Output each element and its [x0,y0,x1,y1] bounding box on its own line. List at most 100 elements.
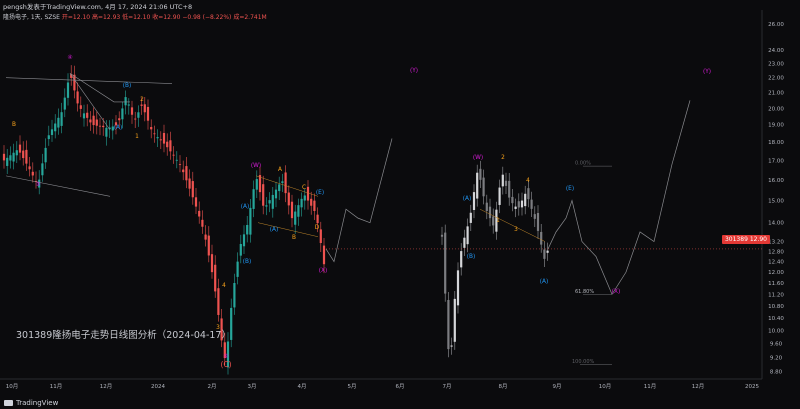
ghost-candle-body [482,177,485,197]
wave-label: (Y) [703,69,711,75]
y-tick-label: 26.00 [768,22,784,28]
candle-body [191,181,194,198]
ghost-candle-body [460,251,463,268]
ghost-candle-body [511,196,514,204]
x-tick-label: 12月 [692,383,705,390]
candle-body [268,200,271,204]
candle-body [166,141,169,148]
wave-label: (Y) [410,68,418,74]
wave-label: (A) [114,125,123,131]
candle-body [262,184,265,206]
fib-level-label: 61.80% [575,289,594,295]
candle-body [239,243,242,256]
candle-body [249,207,252,235]
ghost-candle-body [508,180,511,198]
wave-label: D [315,225,320,231]
candle-body [137,112,140,118]
ghost-candle-body [524,193,527,207]
y-tick-label: 12.00 [768,270,784,276]
wave-label: ⑤ [223,353,228,360]
wave-label: (A) [463,196,472,202]
candle-body [297,205,300,217]
ghost-candle-body [485,202,488,211]
candle-body [198,210,201,217]
ghost-candle-body [530,199,533,209]
tradingview-footer[interactable]: TradingView [4,399,58,407]
wave-label: (X) [319,268,328,274]
candle-body [6,157,9,166]
chart-annotation: 301389隆扬电子走势日线图分析（2024-04-17） [16,330,231,341]
wave-label: (B) [467,254,476,260]
wave-label: (W) [251,163,261,169]
wave-label: A [278,167,282,173]
wave-label: ④ [67,54,72,61]
price-chart[interactable]: 8.80 9.20 9.60 10.00 10.40 10.80 11.20 11.60 12.… [0,0,800,409]
ghost-candle-body [463,237,466,248]
fib-level-label: 0.00% [575,161,591,167]
ghost-candle-body [514,206,517,209]
ghost-candle-body [472,192,476,210]
candle-body [178,164,182,165]
candle-body [60,112,63,126]
candle-body [31,171,34,176]
candle-body [185,166,188,181]
candle-body [146,106,150,121]
candle-body [130,107,134,115]
ghost-candle-body [517,201,520,208]
wave-label: C [302,185,306,191]
wave-label: B [12,122,16,128]
ghost-candle-body [533,214,536,219]
candle-body [287,192,290,206]
y-tick-label: 9.20 [770,355,783,361]
wave-label: (E) [566,186,574,192]
candle-body [236,261,239,277]
x-tick-label: 7月 [443,383,452,390]
ghost-candle-body [488,206,492,219]
x-tick-label: 9月 [553,383,562,390]
candle-body [22,150,25,159]
candle-body [47,135,50,140]
candle-body [252,189,255,209]
candle-body [156,137,159,139]
x-tick-label: 11月 [50,383,63,390]
ghost-candle-body [453,298,456,342]
candle-body [322,245,326,265]
y-tick-label: 20.00 [768,106,784,112]
candle-body [313,200,316,211]
ghost-candle-body [479,168,482,180]
ghost-candle-body [466,226,469,245]
ghost-candle-body [450,345,453,347]
wave-label: 1 [496,218,500,224]
candle-body [18,144,22,153]
wave-triangle-lower [257,222,319,237]
ghost-candle-body [504,180,508,186]
x-tick-label: 6月 [396,383,405,390]
candle-body [124,97,127,106]
wave-label: (A) [270,227,279,233]
x-tick-label: 3月 [248,383,257,390]
candle-body [44,147,47,163]
price-tag-value: 12.90 [749,236,767,243]
candle-body [316,214,319,224]
x-tick-label: 12月 [100,383,113,390]
candle-body [255,179,258,190]
ghost-candle-body [456,270,460,306]
y-tick-label: 10.40 [768,316,784,322]
y-tick-label: 18.00 [768,140,784,146]
candle-body [63,97,66,110]
candle-body [73,74,76,91]
price-tag-symbol: 301389 [724,236,748,243]
y-tick-label: 10.00 [768,329,784,335]
candle-body [95,119,98,126]
candle-body [246,224,249,235]
candle-body [265,205,268,207]
x-tick-label: 2024 [151,384,165,390]
wave-label: (A) [540,279,549,285]
candle-body [41,163,44,176]
candle-body [233,283,236,308]
ghost-candle-body [501,174,504,187]
candle-body [134,118,137,120]
y-tick-label: 21.00 [768,91,784,97]
y-tick-label: 12.80 [768,249,784,255]
ghost-candle-body [492,216,495,226]
